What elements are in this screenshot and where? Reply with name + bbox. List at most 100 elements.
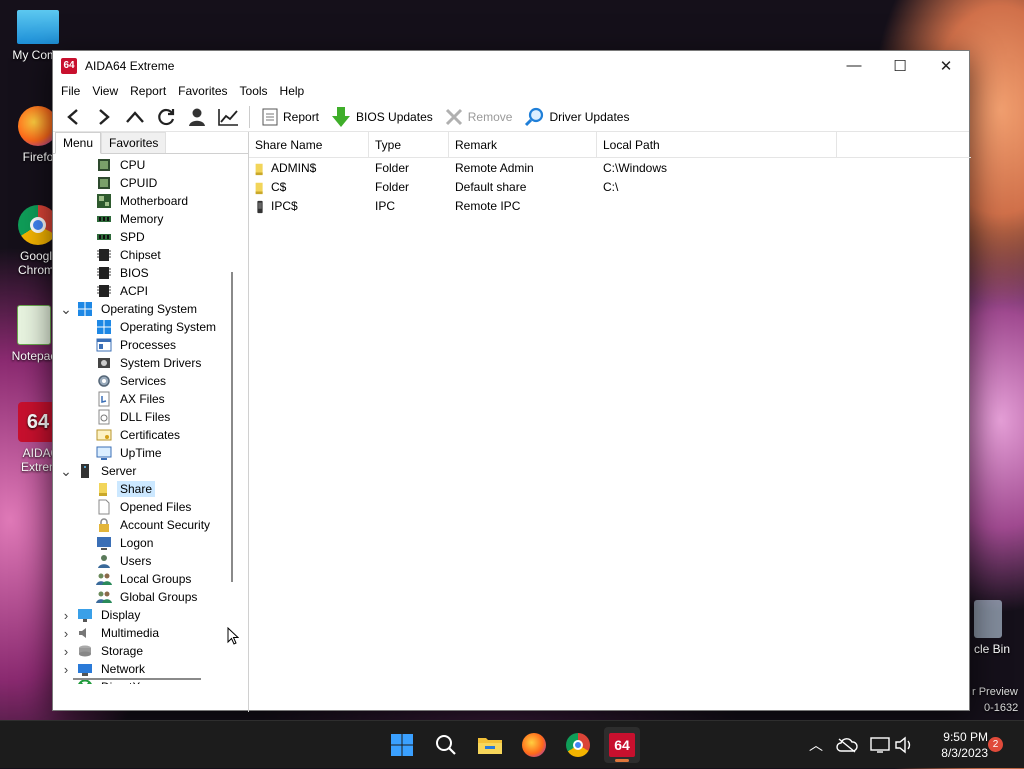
minimize-button[interactable]: — bbox=[831, 51, 877, 80]
tree-item[interactable]: Users bbox=[78, 552, 154, 570]
bios-updates-button[interactable]: BIOS Updates bbox=[325, 103, 439, 131]
share-folder-icon bbox=[253, 161, 267, 175]
tree-item[interactable]: Services bbox=[78, 372, 169, 390]
tree-item[interactable]: SPD bbox=[78, 228, 148, 246]
cell-type: Folder bbox=[369, 161, 449, 175]
tree-item[interactable]: BIOS bbox=[78, 264, 152, 282]
cell-text: Remote Admin bbox=[455, 160, 534, 175]
menu-favorites[interactable]: Favorites bbox=[172, 84, 233, 98]
remove-button[interactable]: Remove bbox=[439, 103, 519, 131]
tree-item[interactable]: ACPI bbox=[78, 282, 151, 300]
tree-item[interactable]: Local Groups bbox=[78, 570, 194, 588]
title-bar[interactable]: 64 AIDA64 Extreme — ☐ ✕ bbox=[53, 51, 969, 80]
tab-menu[interactable]: Menu bbox=[55, 132, 102, 154]
tree-item[interactable]: Memory bbox=[78, 210, 166, 228]
menu-report[interactable]: Report bbox=[124, 84, 172, 98]
collapse-chevron-icon[interactable]: ⌄ bbox=[59, 301, 73, 318]
driver-updates-button[interactable]: Driver Updates bbox=[518, 103, 635, 131]
tree-item[interactable]: Share bbox=[78, 480, 156, 498]
tree-item-label: CPUID bbox=[120, 176, 158, 190]
cell-text: Default share bbox=[455, 179, 527, 194]
cloud-offline-icon[interactable] bbox=[836, 737, 858, 753]
back-button[interactable] bbox=[57, 103, 88, 131]
column-header-type[interactable]: Type bbox=[369, 131, 449, 158]
column-header-remark[interactable]: Remark bbox=[449, 131, 597, 158]
collapse-chevron-icon[interactable]: ⌄ bbox=[59, 463, 73, 480]
tree-item[interactable]: ⌄ Operating System bbox=[59, 300, 200, 318]
table-row[interactable]: ADMIN$ Folder Remote Admin C:\Windows bbox=[249, 158, 971, 177]
tree-item[interactable]: System Drivers bbox=[78, 354, 204, 372]
cpu-chip-icon bbox=[96, 175, 112, 191]
menu-file[interactable]: File bbox=[55, 84, 86, 98]
column-header-share-name[interactable]: Share Name bbox=[249, 131, 369, 158]
maximize-button[interactable]: ☐ bbox=[877, 51, 923, 80]
tree-item[interactable]: CPU bbox=[78, 156, 148, 174]
table-row[interactable]: C$ Folder Default share C:\ bbox=[249, 177, 971, 196]
table-row[interactable]: IPC$ IPC Remote IPC bbox=[249, 196, 971, 215]
storage-icon bbox=[77, 643, 93, 659]
close-button[interactable]: ✕ bbox=[923, 51, 969, 80]
show-hidden-icons-chevron-icon[interactable]: ︿ bbox=[806, 735, 826, 755]
tree-item[interactable]: CPUID bbox=[78, 174, 160, 192]
cell-path: C:\ bbox=[597, 180, 837, 194]
tree-item-label: BIOS bbox=[120, 266, 149, 280]
expand-chevron-icon[interactable]: › bbox=[59, 626, 73, 641]
refresh-button[interactable] bbox=[150, 103, 181, 131]
chrome-taskbar-button[interactable] bbox=[560, 727, 596, 763]
menu-help[interactable]: Help bbox=[274, 84, 311, 98]
user-button[interactable] bbox=[181, 103, 212, 131]
speaker-icon bbox=[77, 625, 93, 641]
tree-item[interactable]: › Multimedia bbox=[59, 624, 162, 642]
menu-view[interactable]: View bbox=[86, 84, 124, 98]
aida64-taskbar-button[interactable]: 64 bbox=[604, 727, 640, 763]
tree-item-label: SPD bbox=[120, 230, 145, 244]
forward-button[interactable] bbox=[88, 103, 119, 131]
tree-item[interactable]: ⌄ Server bbox=[59, 462, 139, 480]
tab-favorites[interactable]: Favorites bbox=[101, 132, 167, 153]
tree-item[interactable]: Operating System bbox=[78, 318, 219, 336]
clock[interactable]: 9:50 PM 8/3/2023 bbox=[918, 729, 988, 761]
up-button[interactable] bbox=[119, 103, 150, 131]
tree-item[interactable]: AX Files bbox=[78, 390, 168, 408]
volume-icon[interactable] bbox=[894, 736, 914, 754]
tree-item[interactable]: Motherboard bbox=[78, 192, 191, 210]
tree-item-label: Logon bbox=[120, 536, 154, 550]
benchmark-chart-button[interactable] bbox=[212, 103, 243, 131]
tree-item[interactable]: UpTime bbox=[78, 444, 165, 462]
search-button[interactable] bbox=[428, 727, 464, 763]
tree-item[interactable]: › Display bbox=[59, 606, 143, 624]
tree-item[interactable]: Processes bbox=[78, 336, 179, 354]
tree-item[interactable]: DLL Files bbox=[78, 408, 173, 426]
file-explorer-button[interactable] bbox=[472, 727, 508, 763]
tree-vertical-scrollbar[interactable] bbox=[231, 272, 233, 582]
tree-item[interactable]: › Network bbox=[59, 660, 148, 678]
report-button[interactable]: Report bbox=[256, 103, 325, 131]
tree-item-label: Display bbox=[101, 608, 141, 622]
logon-icon bbox=[96, 535, 112, 551]
up-arrow-icon bbox=[125, 110, 144, 123]
tree-item[interactable]: Logon bbox=[78, 534, 156, 552]
tree-item[interactable]: Chipset bbox=[78, 246, 164, 264]
expand-chevron-icon[interactable]: › bbox=[59, 662, 73, 677]
notepad-icon bbox=[17, 305, 51, 345]
tree-item-label: Operating System bbox=[101, 302, 198, 316]
network-icon[interactable] bbox=[870, 736, 890, 754]
chipset-icon bbox=[96, 265, 112, 281]
motherboard-icon bbox=[96, 193, 112, 209]
firefox-taskbar-button[interactable] bbox=[516, 727, 552, 763]
expand-chevron-icon[interactable]: › bbox=[59, 608, 73, 623]
tree-horizontal-scrollbar[interactable] bbox=[73, 678, 201, 680]
tree-item[interactable]: › Storage bbox=[59, 642, 146, 660]
menu-tools[interactable]: Tools bbox=[234, 84, 274, 98]
expand-chevron-icon[interactable]: › bbox=[59, 644, 73, 659]
tree-item[interactable]: Account Security bbox=[78, 516, 213, 534]
tree-item[interactable]: Opened Files bbox=[78, 498, 194, 516]
column-header-local-path[interactable]: Local Path bbox=[597, 131, 837, 158]
notification-badge[interactable]: 2 bbox=[988, 737, 1003, 752]
back-arrow-icon bbox=[66, 108, 78, 125]
start-button[interactable] bbox=[384, 727, 420, 763]
aida64-icon: 64 bbox=[609, 733, 635, 757]
tree-item[interactable]: Global Groups bbox=[78, 588, 200, 606]
expand-chevron-icon[interactable]: › bbox=[59, 680, 73, 685]
tree-item[interactable]: Certificates bbox=[78, 426, 183, 444]
